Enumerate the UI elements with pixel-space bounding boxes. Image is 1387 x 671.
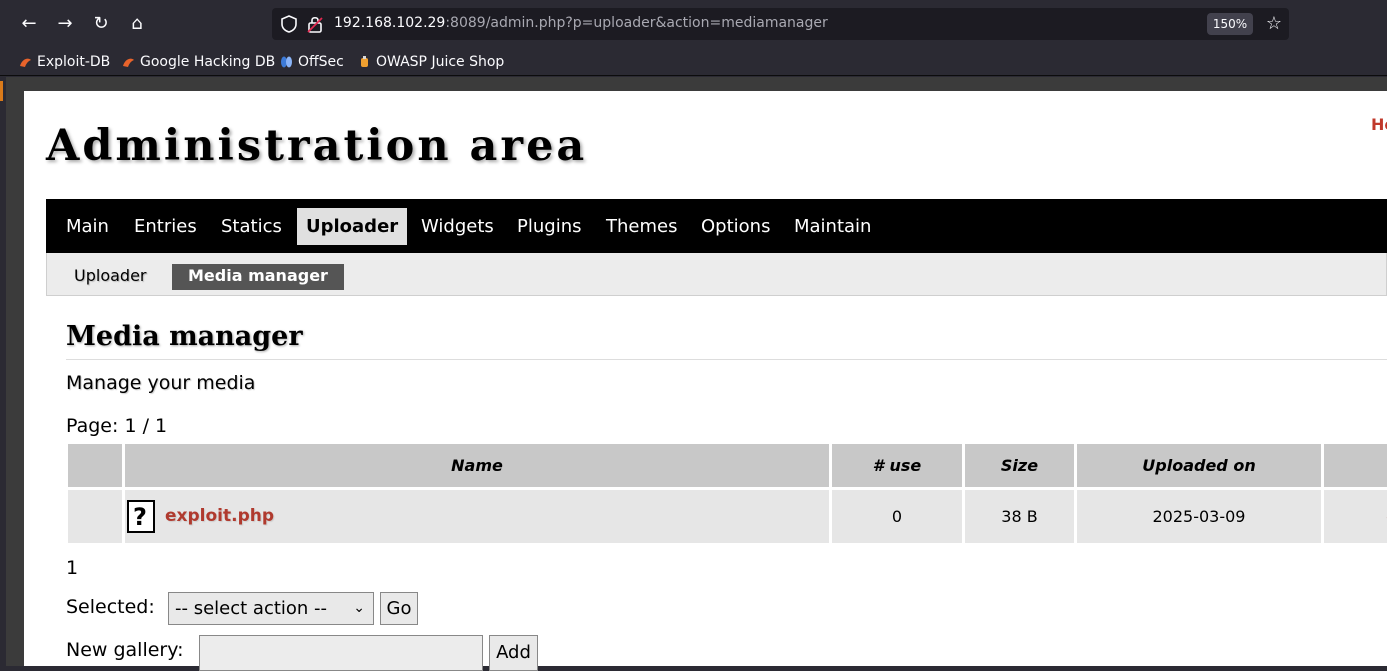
new-gallery-label: New gallery: — [66, 639, 184, 661]
nav-maintain[interactable]: Maintain — [785, 208, 880, 245]
offsec-icon — [281, 56, 292, 68]
delete-link[interactable]: d — [1324, 490, 1387, 543]
help-link[interactable]: He — [1371, 115, 1387, 134]
juice-shop-icon — [361, 56, 368, 67]
shield-icon[interactable] — [280, 14, 298, 34]
unknown-file-icon: ? — [127, 500, 155, 533]
selected-label: Selected: — [66, 596, 155, 618]
nav-widgets[interactable]: Widgets — [412, 208, 503, 245]
subnav-media-manager[interactable]: Media manager — [172, 264, 344, 290]
nav-uploader[interactable]: Uploader — [297, 208, 408, 245]
nav-main[interactable]: Main — [57, 208, 118, 245]
bookmark-label: Google Hacking DB — [140, 54, 276, 70]
url-text: 192.168.102.29:8089/admin.php?p=uploader… — [334, 15, 828, 31]
column-header-size[interactable]: Size — [965, 444, 1074, 487]
page-title: Administration area — [46, 121, 588, 171]
size-cell: 38 B — [965, 490, 1074, 543]
column-header-select — [68, 444, 122, 487]
reload-icon[interactable]: ↻ — [87, 10, 115, 38]
bookmark-owasp-juice-shop[interactable]: OWASP Juice Shop — [358, 51, 504, 73]
bookmark-label: OffSec — [298, 54, 344, 70]
sub-nav: Uploader Media manager — [46, 253, 1387, 296]
zoom-level[interactable]: 150% — [1207, 13, 1253, 35]
exploit-db-icon — [123, 58, 134, 67]
section-description: Manage your media — [66, 372, 256, 394]
home-icon[interactable]: ⌂ — [123, 10, 151, 38]
table-row-name: ? exploit.php — [125, 490, 829, 543]
file-link[interactable]: exploit.php — [165, 490, 274, 543]
forward-arrow-icon[interactable]: → — [51, 10, 79, 38]
column-header-use[interactable]: # use — [832, 444, 962, 487]
row-select-cell[interactable] — [68, 490, 122, 543]
bookmark-label: Exploit-DB — [37, 54, 111, 70]
browser-toolbar: ← → ↻ ⌂ 192.168.102.29:8089/admin.php?p=… — [0, 0, 1387, 48]
main-nav: Main Entries Statics Uploader Widgets Pl… — [46, 199, 1387, 253]
page-info: Page: 1 / 1 — [66, 415, 168, 437]
nav-plugins[interactable]: Plugins — [508, 208, 590, 245]
nav-themes[interactable]: Themes — [597, 208, 686, 245]
column-header-uploaded[interactable]: Uploaded on — [1077, 444, 1321, 487]
chevron-down-icon: ⌄ — [353, 600, 365, 616]
pagination-page-1[interactable]: 1 — [66, 557, 78, 579]
nav-statics[interactable]: Statics — [212, 208, 291, 245]
bookmark-offsec[interactable]: OffSec — [280, 51, 344, 73]
select-value: -- select action -- — [175, 598, 328, 619]
subnav-uploader[interactable]: Uploader — [58, 264, 162, 290]
heading-divider — [66, 359, 1387, 360]
url-path: :8089/admin.php?p=uploader&action=mediam… — [445, 15, 828, 31]
window-edge-accent — [0, 81, 3, 101]
column-header-name[interactable]: Name — [125, 444, 829, 487]
uploaded-cell: 2025-03-09 — [1077, 490, 1321, 543]
back-arrow-icon[interactable]: ← — [15, 10, 43, 38]
bookmark-star-icon[interactable]: ☆ — [1262, 12, 1286, 36]
bookmark-exploit-db[interactable]: Exploit-DB — [19, 51, 110, 73]
admin-page: Administration area He Main Entries Stat… — [24, 91, 1387, 671]
address-bar[interactable]: 192.168.102.29:8089/admin.php?p=uploader… — [272, 8, 1289, 40]
bookmark-google-hacking-db[interactable]: Google Hacking DB — [122, 51, 275, 73]
window-edge — [0, 77, 6, 666]
nav-entries[interactable]: Entries — [125, 208, 206, 245]
use-count-cell: 0 — [832, 490, 962, 543]
go-button[interactable]: Go — [380, 592, 418, 625]
exploit-db-icon — [20, 58, 31, 67]
bookmarks-bar: Exploit-DB Google Hacking DB OffSec OWAS… — [0, 48, 1387, 76]
nav-options[interactable]: Options — [692, 208, 779, 245]
section-heading: Media manager — [66, 321, 303, 352]
bookmark-label: OWASP Juice Shop — [376, 54, 505, 70]
url-host: 192.168.102.29 — [334, 15, 446, 31]
insecure-lock-icon[interactable] — [306, 14, 324, 34]
page-viewport: Administration area He Main Entries Stat… — [0, 77, 1387, 671]
column-header-actions — [1324, 444, 1387, 487]
bulk-action-select[interactable]: -- select action -- ⌄ — [168, 592, 374, 625]
